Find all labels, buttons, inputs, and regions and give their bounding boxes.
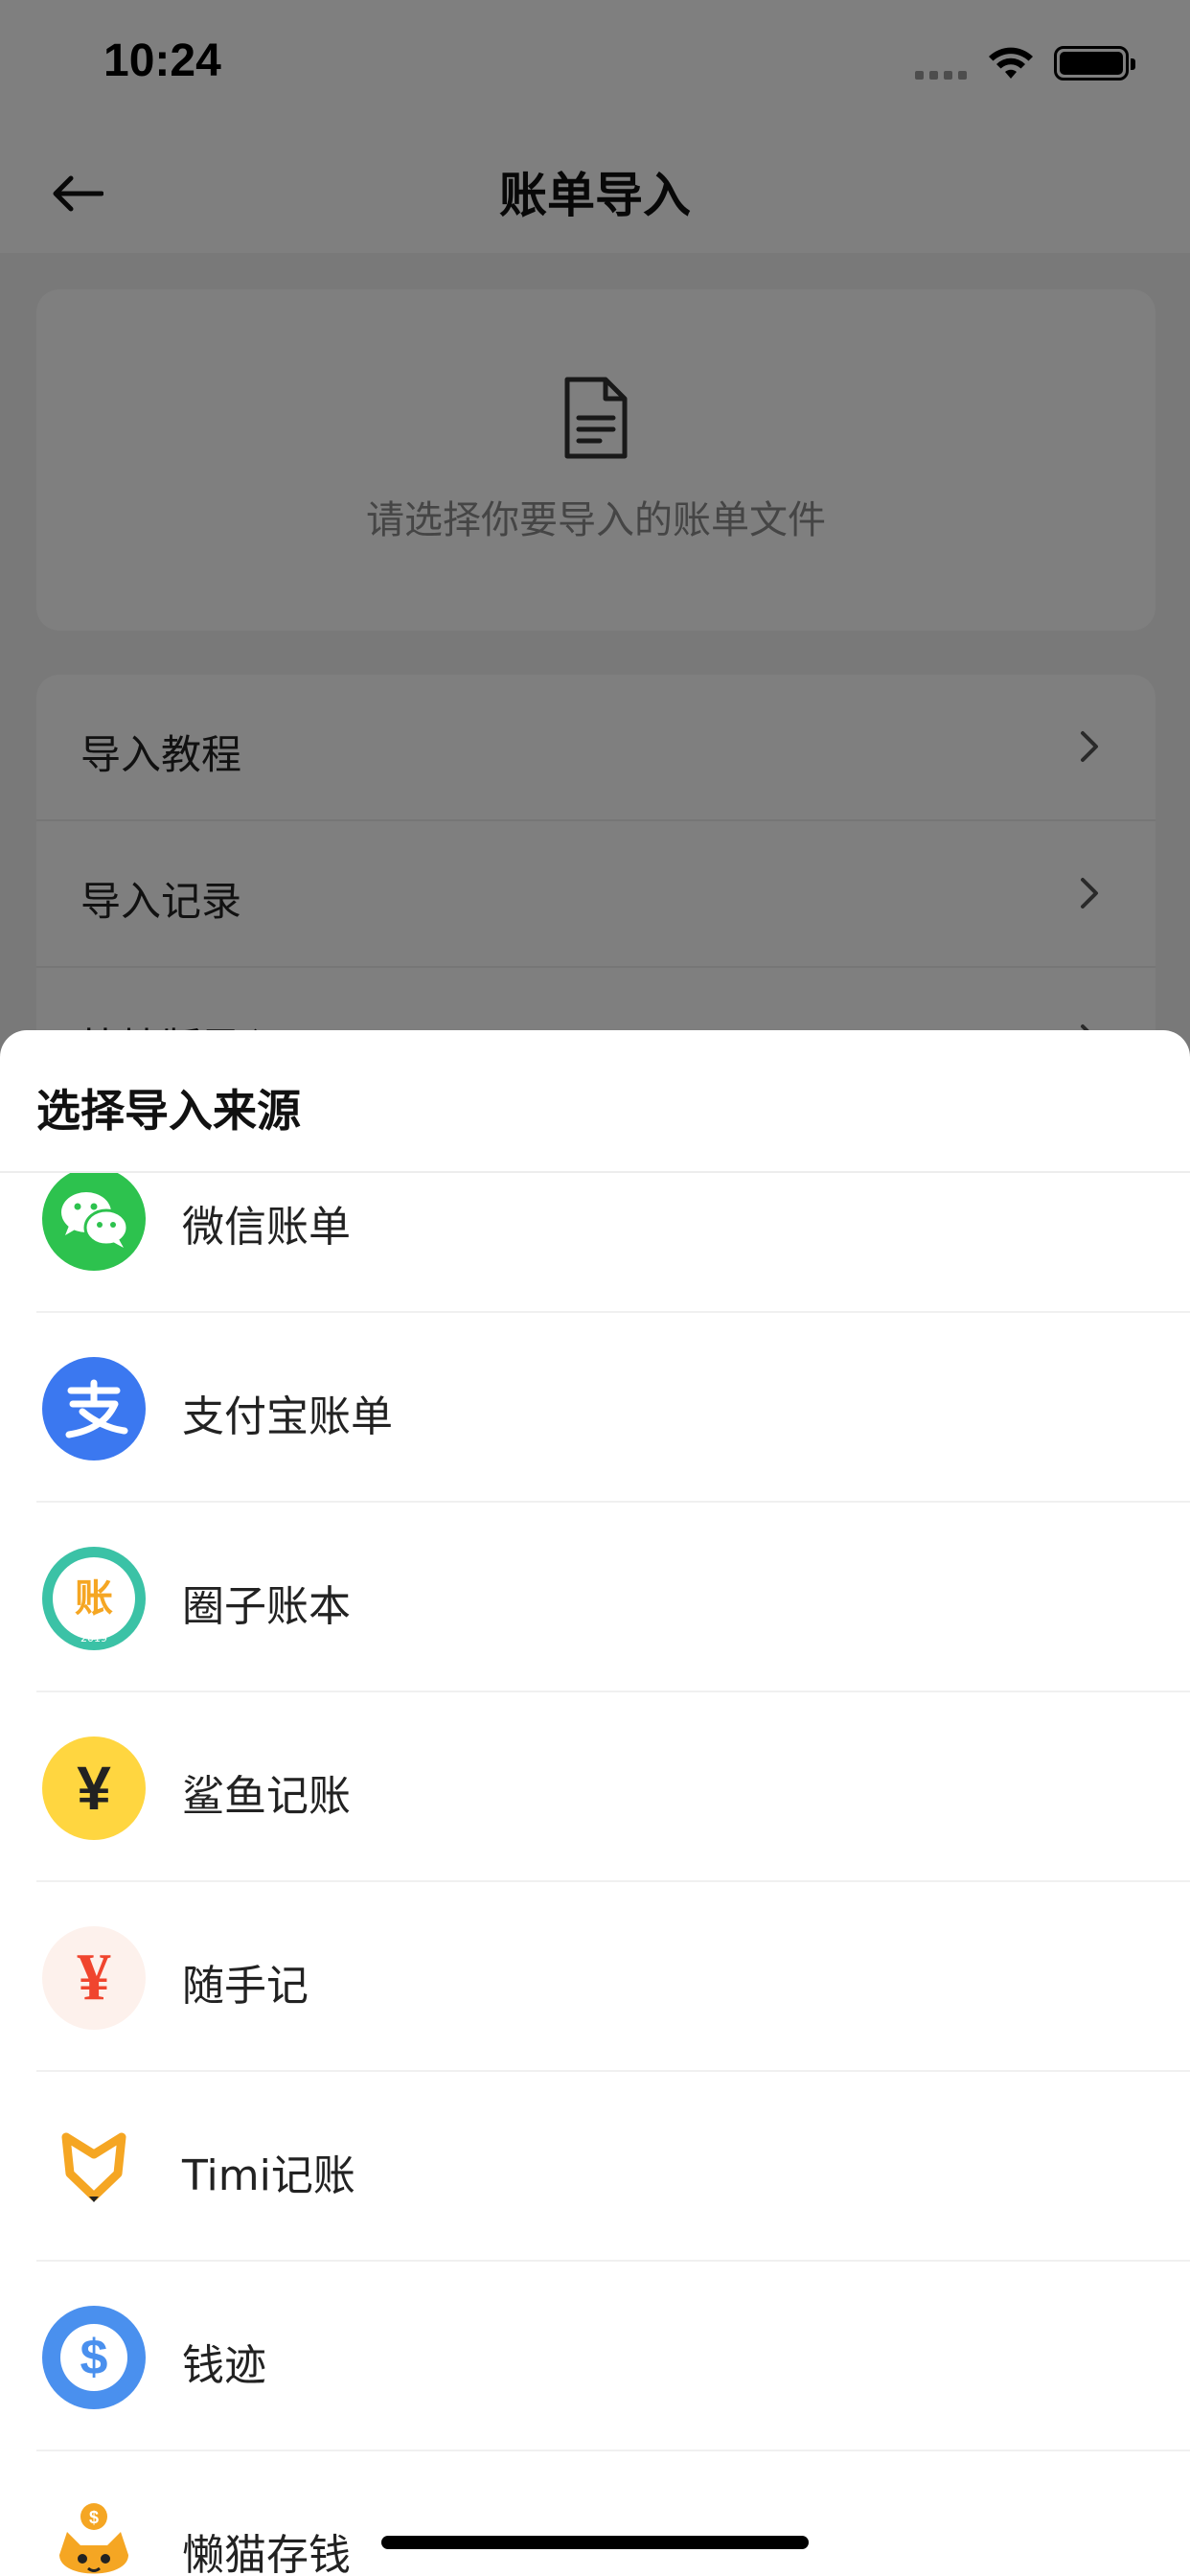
qianji-glyph: $ xyxy=(80,2330,108,2385)
source-label: 支付宝账单 xyxy=(182,1392,393,1441)
source-label: Timi记账 xyxy=(182,2151,355,2200)
quanzi-year: 2019 xyxy=(80,1632,107,1644)
import-source-sheet: 选择导入来源 微信账单 支付宝账单 账 2019 圈子账本 ¥ 鲨鱼记账 ¥ 随… xyxy=(0,1030,1190,2576)
source-item-qianji[interactable]: $ 钱迹 xyxy=(0,2262,1190,2451)
source-item-shayu[interactable]: ¥ 鲨鱼记账 xyxy=(0,1692,1190,1882)
suishouji-glyph: ¥ xyxy=(77,1941,111,2014)
svg-text:$: $ xyxy=(89,2508,99,2527)
timi-icon xyxy=(42,2116,146,2220)
source-label: 鲨鱼记账 xyxy=(182,1772,351,1821)
source-list[interactable]: 微信账单 支付宝账单 账 2019 圈子账本 ¥ 鲨鱼记账 ¥ 随手记 Timi… xyxy=(0,1173,1190,2576)
source-item-wechat[interactable]: 微信账单 xyxy=(0,1173,1190,1313)
source-item-timi[interactable]: Timi记账 xyxy=(0,2072,1190,2262)
source-item-suishouji[interactable]: ¥ 随手记 xyxy=(0,1882,1190,2072)
home-indicator[interactable] xyxy=(381,2536,809,2549)
source-item-alipay[interactable]: 支付宝账单 xyxy=(0,1313,1190,1503)
source-item-lanmao[interactable]: $ 懒猫存钱 xyxy=(0,2451,1190,2576)
source-label: 懒猫存钱 xyxy=(182,2531,351,2576)
shayu-icon: ¥ xyxy=(42,1736,146,1840)
quanzi-glyph: 账 xyxy=(75,1576,113,1621)
source-label: 圈子账本 xyxy=(182,1582,351,1631)
source-label: 钱迹 xyxy=(182,2341,266,2390)
suishouji-icon: ¥ xyxy=(42,1926,146,2030)
shayu-glyph: ¥ xyxy=(77,1754,111,1823)
alipay-icon xyxy=(42,1357,146,1460)
source-label: 微信账单 xyxy=(182,1203,351,1252)
wechat-icon xyxy=(42,1173,146,1271)
qianji-icon: $ xyxy=(42,2306,146,2409)
sheet-title: 选择导入来源 xyxy=(36,1085,301,1137)
source-item-quanzi[interactable]: 账 2019 圈子账本 xyxy=(0,1503,1190,1692)
lanmao-icon: $ xyxy=(42,2496,146,2576)
quanzi-icon: 账 2019 xyxy=(42,1547,146,1650)
source-label: 随手记 xyxy=(182,1962,309,2011)
